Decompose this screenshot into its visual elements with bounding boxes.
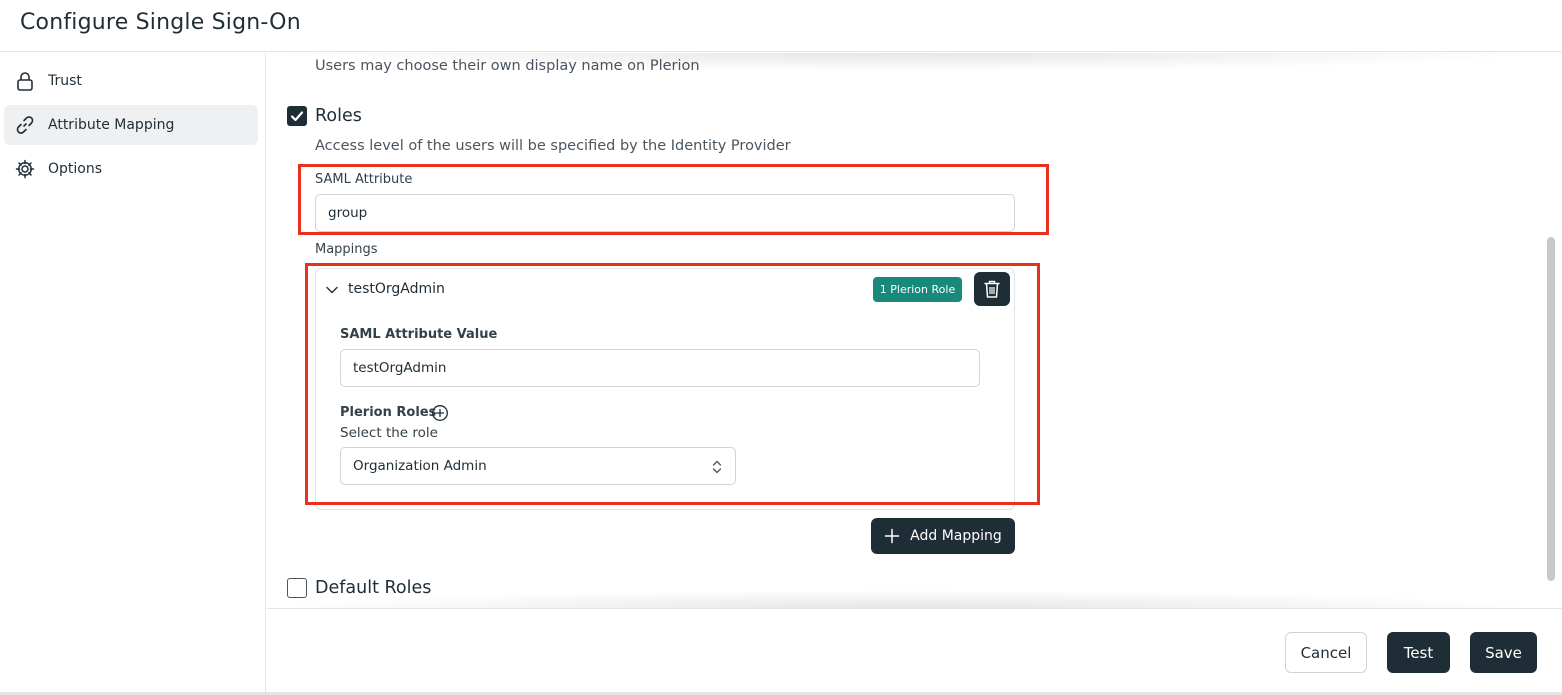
display-name-description: Users may choose their own display name … <box>315 58 700 74</box>
chevron-down-icon[interactable] <box>325 283 339 297</box>
test-button[interactable]: Test <box>1387 632 1450 673</box>
select-role-label: Select the role <box>340 425 438 441</box>
cancel-button[interactable]: Cancel <box>1285 632 1367 673</box>
mapping-name[interactable]: testOrgAdmin <box>348 281 445 297</box>
sidebar-item-label: Trust <box>48 73 82 89</box>
add-mapping-button[interactable]: Add Mapping <box>871 518 1015 554</box>
delete-mapping-button[interactable] <box>974 272 1010 306</box>
roles-title: Roles <box>315 106 362 126</box>
sidebar-item-trust[interactable]: Trust <box>4 61 258 101</box>
saml-attribute-value-label: SAML Attribute Value <box>340 327 498 342</box>
mappings-label: Mappings <box>315 242 378 257</box>
scroll-shadow-bottom <box>267 590 1546 608</box>
link-icon <box>16 116 34 134</box>
saml-attribute-value: group <box>328 205 368 221</box>
select-arrows-icon <box>712 460 722 474</box>
gear-icon <box>15 159 35 179</box>
page-title: Configure Single Sign-On <box>20 10 301 35</box>
roles-checkbox[interactable] <box>287 106 307 126</box>
role-select-value: Organization Admin <box>353 458 487 474</box>
plerion-role-count-badge: 1 Plerion Role <box>873 277 962 302</box>
saml-attribute-value-input[interactable]: testOrgAdmin <box>340 349 980 387</box>
plerion-roles-label: Plerion Roles <box>340 405 437 420</box>
dialog-header: Configure Single Sign-On <box>0 0 1562 52</box>
roles-description: Access level of the users will be specif… <box>315 138 791 154</box>
role-select[interactable]: Organization Admin <box>340 447 736 485</box>
save-button[interactable]: Save <box>1470 632 1537 673</box>
saml-attribute-input[interactable]: group <box>315 194 1015 232</box>
saml-attribute-label: SAML Attribute <box>315 172 413 187</box>
trash-icon <box>984 280 1000 298</box>
sidebar: Trust Attribute Mapping Options <box>0 53 266 695</box>
checkmark-icon <box>290 111 304 122</box>
plus-icon <box>884 528 900 544</box>
scrollbar-thumb[interactable] <box>1547 237 1555 581</box>
default-roles-title: Default Roles <box>315 578 432 598</box>
saml-attribute-value-text: testOrgAdmin <box>353 360 447 376</box>
scrollbar[interactable] <box>1546 53 1556 608</box>
sidebar-item-attribute-mapping[interactable]: Attribute Mapping <box>4 105 258 145</box>
default-roles-checkbox[interactable] <box>287 578 307 598</box>
add-mapping-label: Add Mapping <box>910 528 1002 544</box>
lock-icon <box>17 72 33 91</box>
add-circle-icon[interactable] <box>431 404 449 422</box>
sidebar-item-label: Options <box>48 161 103 177</box>
dialog-footer <box>267 608 1562 694</box>
sidebar-item-label: Attribute Mapping <box>48 117 175 133</box>
sidebar-item-options[interactable]: Options <box>4 149 258 189</box>
